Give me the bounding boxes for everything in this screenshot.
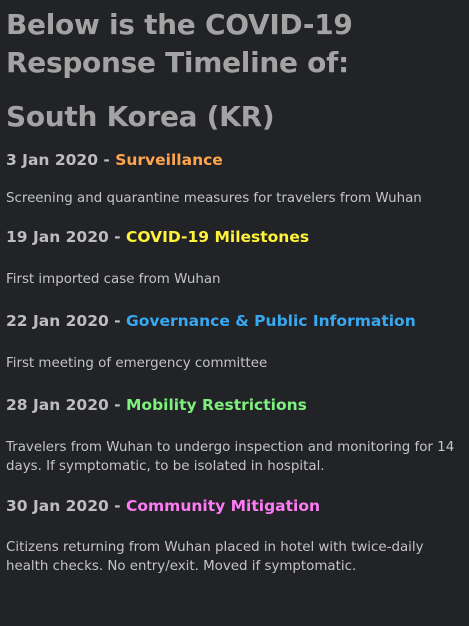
event-date: 19 Jan 2020 <box>6 228 109 246</box>
event-description: First imported case from Wuhan <box>6 272 221 287</box>
event-category: Surveillance <box>115 151 223 169</box>
event-heading: 19 Jan 2020 - COVID-19 Milestones <box>6 227 463 247</box>
event-date: 22 Jan 2020 <box>6 312 109 330</box>
event-date: 30 Jan 2020 <box>6 497 109 515</box>
event-separator: - <box>108 396 126 414</box>
event-description: Travelers from Wuhan to undergo inspecti… <box>6 440 455 474</box>
timeline-event: 19 Jan 2020 - COVID-19 Milestones First … <box>6 227 463 289</box>
timeline-event: 3 Jan 2020 - Surveillance Screening and … <box>6 150 463 208</box>
event-heading: 28 Jan 2020 - Mobility Restrictions <box>6 395 463 415</box>
page-title-line2: Response Timeline of: <box>6 46 349 79</box>
event-category: Community Mitigation <box>126 497 321 515</box>
event-date: 28 Jan 2020 <box>6 396 109 414</box>
event-date: 3 Jan 2020 <box>6 151 98 169</box>
event-separator: - <box>108 228 126 246</box>
event-separator: - <box>108 312 126 330</box>
timeline-panel: Below is the COVID-19 Response Timeline … <box>0 0 469 626</box>
event-heading: 3 Jan 2020 - Surveillance <box>6 150 463 170</box>
event-category: Governance & Public Information <box>126 312 416 330</box>
timeline-event: 28 Jan 2020 - Mobility Restrictions Trav… <box>6 395 463 476</box>
country-heading: South Korea (KR) <box>6 100 275 133</box>
event-heading: 22 Jan 2020 - Governance & Public Inform… <box>6 311 463 331</box>
event-category: COVID-19 Milestones <box>126 228 310 246</box>
event-separator: - <box>108 497 126 515</box>
event-heading: 30 Jan 2020 - Community Mitigation <box>6 496 463 516</box>
event-category: Mobility Restrictions <box>126 396 307 414</box>
timeline-event: 22 Jan 2020 - Governance & Public Inform… <box>6 311 463 373</box>
event-description: Screening and quarantine measures for tr… <box>6 191 422 206</box>
event-description: Citizens returning from Wuhan placed in … <box>6 540 424 574</box>
timeline-event: 30 Jan 2020 - Community Mitigation Citiz… <box>6 496 463 576</box>
event-description: First meeting of emergency committee <box>6 356 268 371</box>
event-separator: - <box>97 151 116 169</box>
page-title-line1: Below is the COVID-19 <box>6 8 353 41</box>
